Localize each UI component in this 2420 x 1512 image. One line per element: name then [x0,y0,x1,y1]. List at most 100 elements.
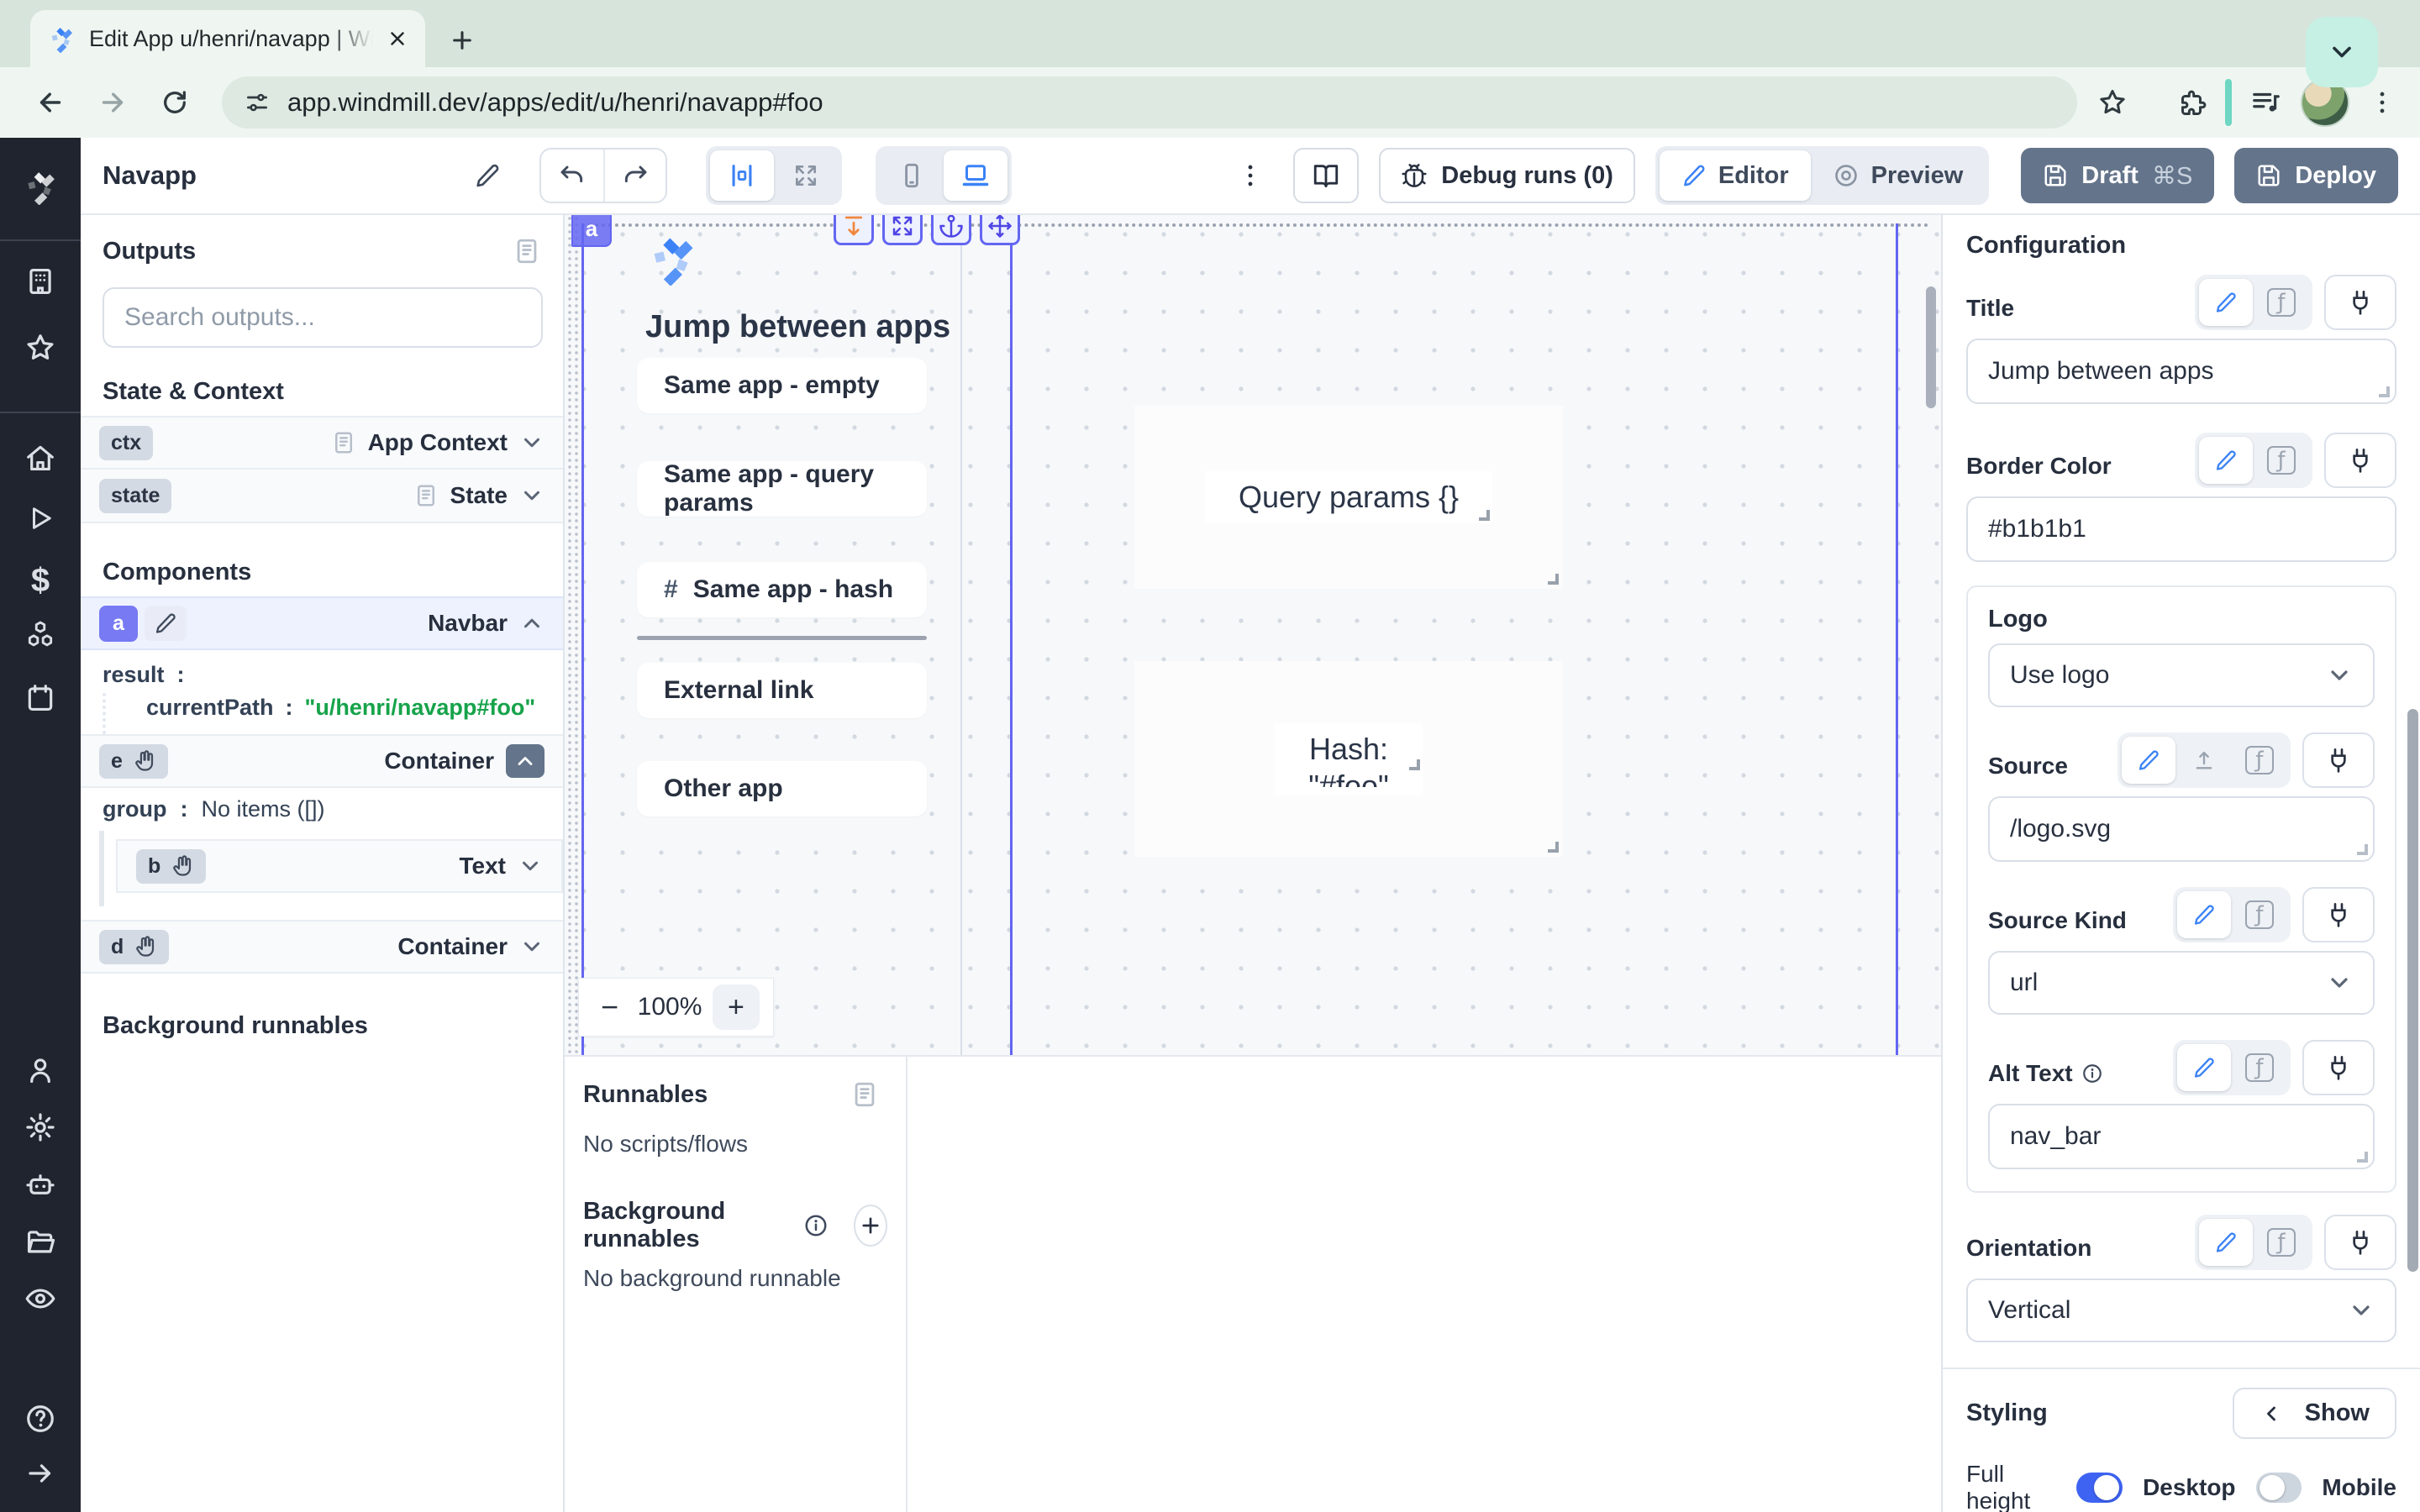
sidebar-item-resources[interactable] [24,619,56,651]
fullscreen-button[interactable] [882,215,923,245]
resize-handle[interactable] [1409,759,1420,770]
chevron-down-icon[interactable] [519,430,544,455]
bookmark-star-icon[interactable] [2097,87,2128,118]
styling-show-button[interactable]: Show [2233,1388,2396,1439]
static-input-mode-button[interactable] [2199,1219,2253,1266]
info-icon[interactable] [2081,1063,2103,1084]
currentpath-row[interactable]: currentPath : "u/henri/navapp#foo" [103,693,563,734]
canvas-scrollbar[interactable] [1926,286,1936,408]
zoom-in-button[interactable]: + [713,984,760,1030]
nav-item-hash[interactable]: # Same app - hash [637,562,927,617]
component-row-container-e[interactable]: e Container [81,734,563,788]
mobile-view-button[interactable] [880,150,944,201]
static-input-mode-button[interactable] [2177,891,2231,938]
fx-input-mode-button[interactable]: ƒ [2233,891,2286,938]
sidebar-item-runs[interactable] [25,503,55,533]
runnables-doc-icon[interactable] [850,1080,879,1109]
sidebar-expand-icon[interactable] [25,1458,55,1488]
component-row-navbar[interactable]: a Navbar [81,596,563,650]
extensions-icon[interactable] [2176,87,2207,118]
sidebar-item-home[interactable] [24,442,56,474]
url-bar[interactable]: app.windmill.dev/apps/edit/u/henri/navap… [222,76,2077,129]
reading-list-icon[interactable] [2250,87,2282,118]
sidebar-item-folders[interactable] [24,1226,56,1257]
nav-item-query-params[interactable]: Same app - query params [637,461,927,517]
use-logo-select[interactable]: Use logo [1988,643,2375,707]
move-button[interactable] [980,215,1020,245]
tab-close-icon[interactable] [387,28,408,50]
connect-plug-button[interactable] [2324,433,2396,488]
chevron-down-icon[interactable] [519,934,544,959]
new-tab-button[interactable] [449,27,476,54]
orientation-select[interactable]: Vertical [1966,1278,2396,1342]
collapse-button[interactable] [506,744,544,778]
component-badge[interactable]: a [571,215,612,247]
output-row-ctx[interactable]: ctx App Context [81,416,563,470]
query-params-container[interactable]: Query params {} [1134,406,1563,589]
chevron-down-icon[interactable] [519,483,544,508]
chevron-down-icon[interactable] [518,853,543,879]
source-kind-select[interactable]: url [1988,951,2375,1015]
ctx-doc-icon[interactable] [331,430,356,455]
search-outputs-input[interactable] [103,287,543,348]
group-row[interactable]: group:No items ([]) [81,788,563,831]
debug-runs-button[interactable]: Debug runs (0) [1379,148,1635,203]
navbar-edit-icon[interactable] [145,606,187,641]
static-input-mode-button[interactable] [2199,437,2253,484]
sidebar-item-workspace[interactable] [24,265,56,297]
site-settings-icon[interactable] [244,89,271,116]
source-input[interactable]: /logo.svg [1988,796,2375,862]
state-doc-icon[interactable] [413,483,439,508]
nav-item-same-app-empty[interactable]: Same app - empty [637,358,927,413]
sidebar-item-audit[interactable] [24,1283,56,1315]
static-input-mode-button[interactable] [2177,1044,2231,1091]
resize-handle[interactable] [2357,844,2368,855]
desktop-view-button[interactable] [944,150,1007,201]
outputs-doc-icon[interactable] [513,237,541,265]
sidebar-item-variables[interactable]: $ [31,562,50,600]
back-button[interactable] [24,76,77,129]
hash-container[interactable]: Hash: "#foo" [1134,661,1563,857]
border-color-input[interactable]: #b1b1b1 [1966,496,2396,562]
settings-scrollbar[interactable] [2407,709,2418,1272]
reload-button[interactable] [148,76,202,129]
sidebar-item-ai[interactable] [24,1168,56,1200]
output-row-state[interactable]: state State [81,470,563,523]
info-icon[interactable] [803,1213,829,1238]
windmill-logo-icon[interactable] [22,168,59,205]
alt-text-input[interactable]: nav_bar [1988,1104,2375,1169]
hash-text-box[interactable]: Hash: "#foo" [1275,723,1423,795]
redo-button[interactable] [603,150,666,202]
docs-button[interactable] [1293,148,1359,203]
resize-handle[interactable] [1479,510,1490,521]
query-params-text-box[interactable]: Query params {} [1205,471,1492,523]
window-chevron-button[interactable] [2306,17,2378,87]
sidebar-item-schedules[interactable] [24,682,56,714]
sidebar-item-settings[interactable] [24,1111,56,1143]
draft-button[interactable]: Draft ⌘S [2021,148,2214,203]
fx-input-mode-button[interactable]: ƒ [2233,1044,2286,1091]
tab-preview[interactable]: Preview [1811,150,1986,201]
browser-tab[interactable]: Edit App u/henri/navapp | Win [30,10,425,67]
connect-plug-button[interactable] [2324,1215,2396,1270]
resize-handle[interactable] [1548,842,1559,853]
connect-plug-button[interactable] [2302,1040,2375,1095]
anchor-button[interactable] [931,215,971,245]
chevron-up-icon[interactable] [519,611,544,636]
sidebar-item-help[interactable] [24,1403,56,1435]
connect-pl​ug-button[interactable] [2302,732,2375,788]
sidebar-item-favorites[interactable] [24,332,56,364]
browser-menu-icon[interactable] [2368,88,2396,117]
component-row-container-d[interactable]: d Container [81,920,563,974]
static-input-mode-button[interactable] [2122,737,2175,784]
expand-down-button[interactable] [834,215,874,245]
resize-handle[interactable] [2357,1152,2368,1163]
fx-input-mode-button[interactable]: ƒ [2254,437,2308,484]
nav-item-external-link[interactable]: External link [637,663,927,718]
sidebar-item-users[interactable] [24,1054,56,1086]
add-background-runnable-button[interactable] [854,1205,887,1247]
full-height-mobile-toggle[interactable] [2256,1473,2302,1503]
fullwidth-layout-button[interactable] [774,150,838,201]
undo-button[interactable] [541,150,603,202]
component-row-text-b[interactable]: b Text [116,839,563,893]
